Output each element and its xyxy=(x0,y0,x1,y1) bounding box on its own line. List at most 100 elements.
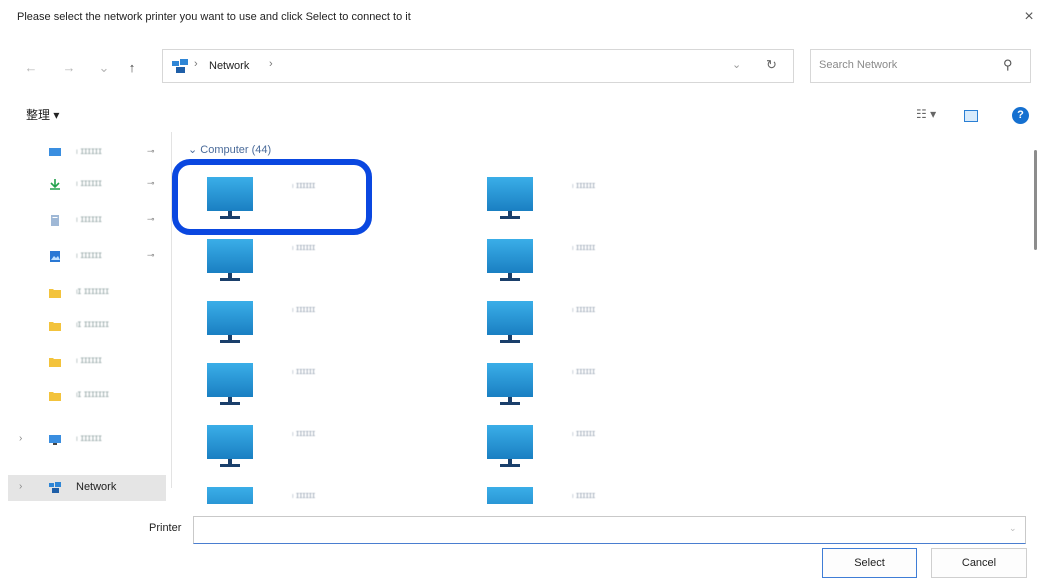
download-icon xyxy=(50,179,60,190)
forward-button[interactable]: → xyxy=(57,58,81,78)
search-icon[interactable]: ⚲ xyxy=(1003,57,1013,73)
pin-icon: ⊸ xyxy=(147,214,155,224)
sidebar-item-label: ₗɪ ɪɪɪɪɪɪɪ xyxy=(76,319,109,330)
computer-monitor-icon xyxy=(207,363,253,405)
computer-tile[interactable]: ₗ ɪɪɪɪɪɪ xyxy=(486,362,736,418)
computer-tile[interactable]: ₗ ɪɪɪɪɪɪ xyxy=(486,176,736,232)
sidebar-item-label: ₗ ɪɪɪɪɪɪ xyxy=(76,178,102,189)
computer-name-label: ₗ ɪɪɪɪɪɪ xyxy=(572,366,596,376)
address-dropdown-button[interactable]: ⌄ xyxy=(732,58,741,71)
folder-icon xyxy=(49,289,61,298)
computer-name-label: ₗ ɪɪɪɪɪɪ xyxy=(572,304,596,314)
sidebar-item-network[interactable]: › Network xyxy=(8,475,166,501)
computer-tile[interactable]: ₗ ɪɪɪɪɪɪ xyxy=(206,300,456,356)
document-icon xyxy=(51,215,59,226)
scrollbar-thumb[interactable] xyxy=(1034,150,1037,250)
computer-name-label: ₗ ɪɪɪɪɪɪ xyxy=(572,428,596,438)
sidebar-item-3[interactable]: ₗ ɪɪɪɪɪɪ ⊸ xyxy=(8,244,166,270)
sidebar-item-label: ₗ ɪɪɪɪɪɪ xyxy=(76,433,102,444)
preview-pane-icon[interactable] xyxy=(964,110,978,122)
group-header-computer[interactable]: ⌄ Computer (44) xyxy=(188,143,271,156)
sidebar-item-label: ₗɪ ɪɪɪɪɪɪɪ xyxy=(76,286,109,297)
computer-monitor-icon xyxy=(207,239,253,281)
computer-monitor-icon xyxy=(487,363,533,405)
sidebar-item-label: ₗ ɪɪɪɪɪɪ xyxy=(76,146,102,157)
computer-tile[interactable]: ₗ ɪɪɪɪɪɪ xyxy=(206,424,456,480)
expand-chevron-icon[interactable]: › xyxy=(19,433,22,444)
vertical-scrollbar[interactable] xyxy=(1032,132,1040,504)
pin-icon: ⊸ xyxy=(147,146,155,156)
computer-tile[interactable]: ₗ ɪɪɪɪɪɪ xyxy=(486,238,736,294)
folder-icon xyxy=(49,392,61,401)
computer-name-label: ₗ ɪɪɪɪɪɪ xyxy=(292,304,316,314)
search-input[interactable] xyxy=(819,59,989,71)
recent-locations-button[interactable]: ⌄ xyxy=(92,58,116,78)
navigation-pane: ₗ ɪɪɪɪɪɪ ⊸ ₗ ɪɪɪɪɪɪ ⊸ ₗ ɪɪɪɪɪɪ ⊸ ₗ ɪɪɪɪɪɪ ⊸ ₗɪ ɪ… xyxy=(8,132,171,504)
computer-tile[interactable]: ₗ ɪɪɪɪɪɪ xyxy=(486,300,736,356)
computer-name-label: ₗ ɪɪɪɪɪɪ xyxy=(292,366,316,376)
pin-icon: ⊸ xyxy=(147,250,155,260)
computer-tile[interactable]: ₗ ɪɪɪɪɪɪ xyxy=(206,486,456,504)
computer-monitor-icon xyxy=(487,301,533,343)
computer-monitor-icon xyxy=(207,425,253,467)
computer-monitor-icon xyxy=(207,301,253,343)
back-button[interactable]: ← xyxy=(19,58,43,78)
view-options-button[interactable]: ☷ ▾ xyxy=(916,107,936,121)
computer-name-label: ₗ ɪɪɪɪɪɪ xyxy=(292,428,316,438)
computer-name-label: ₗ ɪɪɪɪɪɪ xyxy=(292,242,316,252)
computer-name-label: ₗ ɪɪɪɪɪɪ xyxy=(572,180,596,190)
sidebar-item-label: ₗ ɪɪɪɪɪɪ xyxy=(76,214,102,225)
sidebar-item-4[interactable]: ₗɪ ɪɪɪɪɪɪɪ xyxy=(8,280,166,306)
selection-callout-highlight xyxy=(172,159,372,235)
expand-chevron-icon[interactable]: › xyxy=(19,481,22,492)
breadcrumb-network[interactable]: Network xyxy=(209,60,249,72)
folder-icon xyxy=(49,322,61,331)
printer-combobox[interactable]: ⌄ xyxy=(193,516,1026,544)
sidebar-item-1[interactable]: ₗ ɪɪɪɪɪɪ ⊸ xyxy=(8,172,166,198)
sidebar-item-label: ₗ ɪɪɪɪɪɪ xyxy=(76,355,102,366)
dialog-title: Please select the network printer you wa… xyxy=(17,11,411,23)
pictures-icon xyxy=(50,251,60,262)
sidebar-item-label: Network xyxy=(76,481,117,493)
computer-tile[interactable]: ₗ ɪɪɪɪɪɪ xyxy=(486,486,736,504)
sidebar-item-label: ₗɪ ɪɪɪɪɪɪɪ xyxy=(76,389,109,400)
folder-icon xyxy=(49,358,61,367)
computer-tile[interactable]: ₗ ɪɪɪɪɪɪ xyxy=(486,424,736,480)
breadcrumb-separator[interactable]: › xyxy=(269,58,273,70)
computer-monitor-icon xyxy=(487,425,533,467)
sidebar-item-6[interactable]: ₗ ɪɪɪɪɪɪ xyxy=(8,349,166,375)
computer-monitor-icon xyxy=(487,487,533,504)
network-icon xyxy=(172,59,188,73)
computer-monitor-icon xyxy=(487,177,533,219)
sidebar-item-7[interactable]: ₗɪ ɪɪɪɪɪɪɪ xyxy=(8,383,166,409)
printer-label: Printer xyxy=(149,522,182,534)
computer-name-label: ₗ ɪɪɪɪɪɪ xyxy=(572,490,596,500)
this-pc-icon xyxy=(49,435,61,445)
desktop-icon xyxy=(49,148,61,156)
computer-tile[interactable]: ₗ ɪɪɪɪɪɪ xyxy=(206,362,456,418)
refresh-button[interactable]: ↻ xyxy=(766,57,777,73)
chevron-down-icon[interactable]: ⌄ xyxy=(1009,523,1017,534)
breadcrumb-separator: › xyxy=(194,58,198,70)
computer-name-label: ₗ ɪɪɪɪɪɪ xyxy=(572,242,596,252)
computer-monitor-icon xyxy=(487,239,533,281)
sidebar-item-0[interactable]: ₗ ɪɪɪɪɪɪ ⊸ xyxy=(8,140,166,166)
printer-input[interactable] xyxy=(200,522,1000,538)
cancel-button[interactable]: Cancel xyxy=(931,548,1027,578)
pin-icon: ⊸ xyxy=(147,178,155,188)
search-box[interactable]: ⚲ xyxy=(810,49,1031,83)
computer-name-label: ₗ ɪɪɪɪɪɪ xyxy=(292,490,316,500)
up-button[interactable]: ↑ xyxy=(120,58,144,78)
help-icon[interactable]: ? xyxy=(1012,107,1029,124)
computer-tile[interactable]: ₗ ɪɪɪɪɪɪ xyxy=(206,238,456,294)
close-button[interactable]: × xyxy=(1018,6,1040,28)
sidebar-item-label: ₗ ɪɪɪɪɪɪ xyxy=(76,250,102,261)
address-bar[interactable]: › Network › ⌄ ↻ xyxy=(162,49,794,83)
sidebar-item-5[interactable]: ₗɪ ɪɪɪɪɪɪɪ xyxy=(8,313,166,339)
organize-menu-button[interactable]: 整理 ▾ xyxy=(26,106,59,123)
sidebar-item-2[interactable]: ₗ ɪɪɪɪɪɪ ⊸ xyxy=(8,208,166,234)
sidebar-item-8[interactable]: › ₗ ɪɪɪɪɪɪ xyxy=(8,427,166,453)
network-icon xyxy=(49,482,61,493)
select-button[interactable]: Select xyxy=(822,548,917,578)
computer-monitor-icon xyxy=(207,487,253,504)
